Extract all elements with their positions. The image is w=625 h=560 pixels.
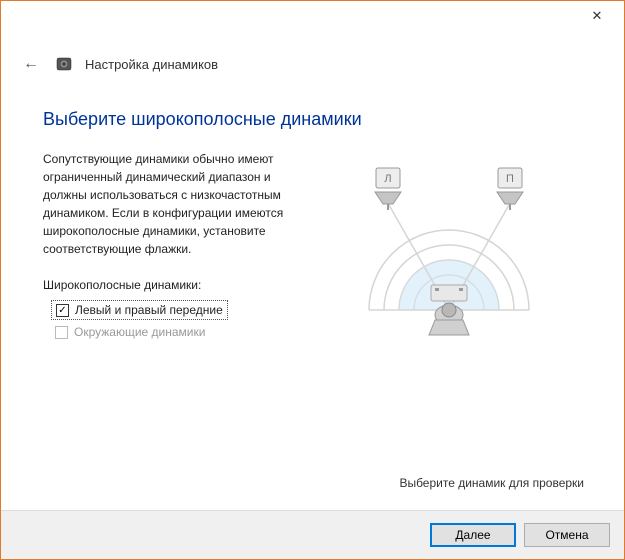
speaker-icon	[55, 55, 73, 73]
right-speaker-label: П	[506, 173, 514, 185]
header: ← Настройка динамиков	[1, 31, 624, 85]
description-text: Сопутствующие динамики обычно имеют огра…	[43, 150, 293, 258]
titlebar: ✕	[1, 1, 624, 31]
option-front-speakers[interactable]: ✓ Левый и правый передние	[51, 300, 228, 320]
left-speaker-icon: Л	[375, 168, 401, 210]
checkbox-icon	[55, 326, 68, 339]
section-label: Широкополосные динамики:	[43, 278, 293, 292]
option-surround-speakers: Окружающие динамики	[51, 323, 209, 341]
checkbox-label: Окружающие динамики	[74, 325, 205, 339]
next-button[interactable]: Далее	[430, 523, 516, 547]
hint-text: Выберите динамик для проверки	[399, 476, 584, 490]
back-button[interactable]: ←	[19, 51, 43, 77]
cancel-button[interactable]: Отмена	[524, 523, 610, 547]
content: Выберите широкополосные динамики Сопутст…	[1, 85, 624, 510]
dialog-window: ✕ ← Настройка динамиков Выберите широкоп…	[0, 0, 625, 560]
checkbox-label: Левый и правый передние	[75, 303, 223, 317]
speaker-diagram: Л П	[313, 150, 584, 350]
footer: Далее Отмена	[1, 510, 624, 559]
close-button[interactable]: ✕	[582, 5, 612, 27]
right-speaker-icon: П	[497, 168, 523, 210]
header-title: Настройка динамиков	[85, 57, 218, 72]
checkbox-icon[interactable]: ✓	[56, 304, 69, 317]
left-speaker-label: Л	[384, 173, 391, 185]
page-heading: Выберите широкополосные динамики	[43, 109, 584, 130]
